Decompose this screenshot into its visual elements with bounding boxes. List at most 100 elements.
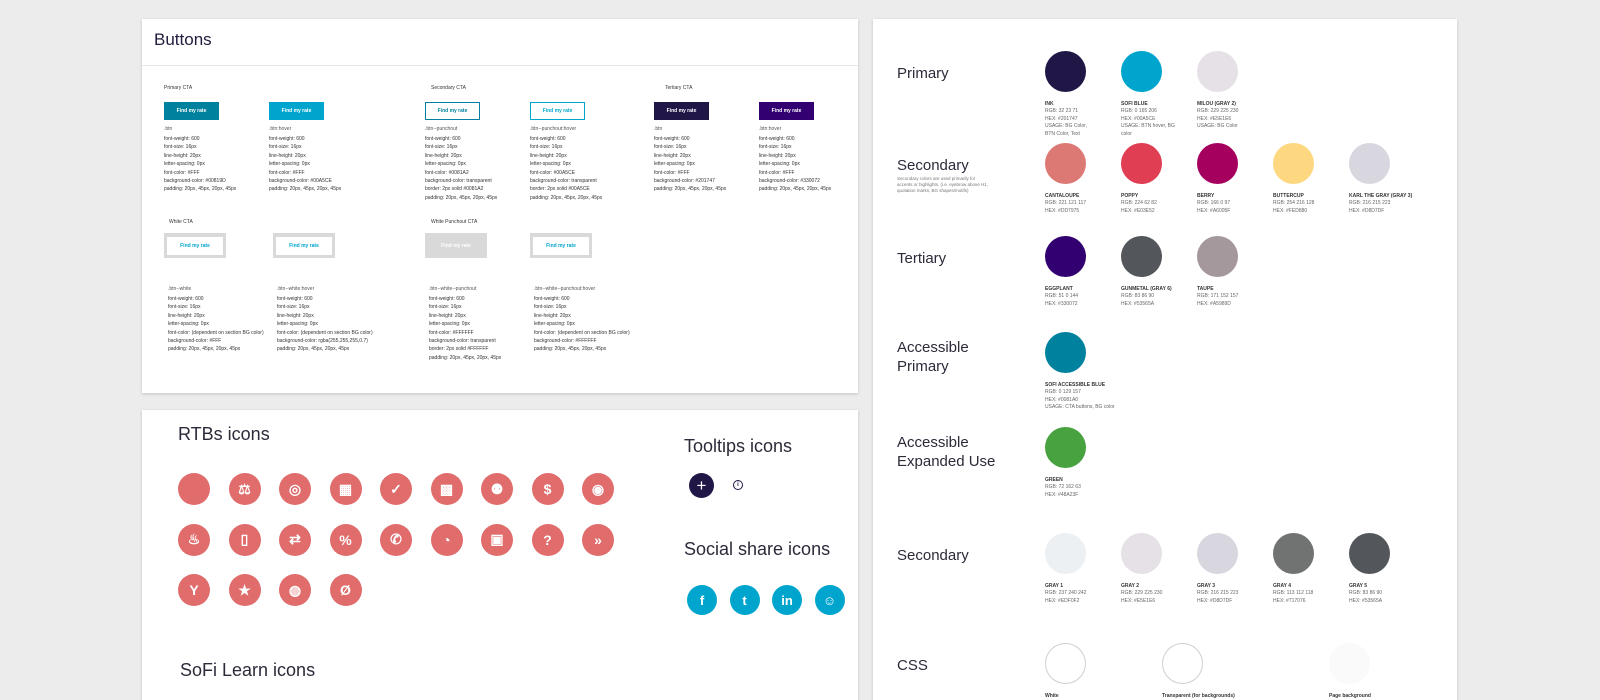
css-property: font-weight: 600	[164, 136, 200, 142]
people-icon: ⚉	[481, 473, 513, 505]
phone-icon: ▯	[228, 523, 261, 556]
color-swatch	[1045, 427, 1086, 468]
color-swatch	[1121, 533, 1162, 574]
color-value: HEX: #D8D7DF	[1197, 597, 1233, 604]
css-property: line-height: 20px	[168, 312, 205, 319]
css-property: background-color: transparent	[429, 338, 496, 345]
divider	[142, 65, 858, 66]
color-group-label: Accessible Expanded Use	[897, 434, 996, 470]
button-css-properties: font-weight: 600 font-size: 16px line-heig…	[654, 135, 726, 194]
css-property: background-color: transparent	[425, 178, 492, 185]
button-css-properties: font-weight: 600 font-size: 16px line-heig…	[759, 135, 831, 194]
css-property: line-height: 20px	[530, 152, 567, 159]
css-property: font-weight: 600	[168, 296, 204, 302]
css-property: background-color: #00A5CE	[269, 178, 332, 185]
css-property: font-size: 16px	[164, 144, 197, 151]
css-property: font-weight: 600	[759, 136, 795, 142]
find-my-rate-button[interactable]: Find my rate	[164, 102, 219, 120]
check-icon: ✓	[380, 473, 412, 505]
css-property: letter-spacing: 0px	[277, 321, 318, 328]
no-fee-icon: Ø	[329, 574, 362, 606]
color-swatch-values: RGB: 32 23 71 HEX: #201747 USAGE: BG Color…	[1045, 108, 1087, 138]
button-css-properties: font-weight: 600 font-size: 16px line-heig…	[277, 295, 373, 354]
color-swatch-values: RGB: 72 162 63 HEX: #48A23F	[1045, 484, 1081, 499]
css-property: border: 2px solid #00A5CE	[530, 186, 590, 193]
color-value: BTN Color, Text	[1045, 130, 1080, 137]
find-my-rate-button[interactable]: Find my rate	[530, 102, 585, 120]
find-my-rate-button[interactable]: Find my rate	[654, 102, 709, 120]
color-value: RGB: 32 23 71	[1045, 108, 1079, 114]
find-my-rate-button[interactable]: Find my rate	[269, 102, 324, 120]
color-value: HEX: #717076	[1273, 597, 1306, 604]
facebook-icon[interactable]: f	[687, 585, 717, 615]
color-swatch-values: RGB: 51 0 144 HEX: #330072	[1045, 293, 1078, 308]
color-swatch-name: SOFI ACCESSIBLE BLUE	[1045, 382, 1106, 388]
css-property: font-size: 16px	[168, 304, 201, 311]
css-property: background-color: transparent	[530, 178, 597, 185]
color-swatch-values: RGB: 216 215 223 HEX: #D8D7DF	[1197, 590, 1238, 605]
css-property: font-size: 16px	[425, 144, 458, 151]
find-my-rate-button-label: Find my rate	[428, 236, 484, 255]
color-value: RGB: 221 121 117	[1045, 200, 1087, 206]
button-css-properties: font-weight: 600 font-size: 16px line-heig…	[425, 135, 497, 202]
color-value: RGB: 254 216 128	[1273, 200, 1315, 206]
css-property: font-weight: 600	[269, 136, 305, 142]
find-my-rate-button[interactable]: Find my rate	[164, 233, 226, 258]
reddit-icon[interactable]: ☺	[814, 585, 845, 615]
css-property: font-color: #FFF	[269, 169, 305, 176]
color-value: HEX: #53565A	[1349, 597, 1383, 604]
color-value: HEX: #A6005F	[1197, 207, 1231, 214]
color-value: RGB: 113 112 118	[1273, 590, 1314, 596]
twitter-icon[interactable]: t	[729, 585, 760, 615]
color-swatch-name: GRAY 5	[1349, 583, 1368, 589]
color-value: HEX: #FED880	[1273, 207, 1308, 214]
find-my-rate-button[interactable]: Find my rate	[425, 233, 487, 258]
briefcase-icon: ▣	[481, 523, 513, 556]
color-swatch-name: INK	[1045, 101, 1054, 107]
color-value: RGB: 216 215 223	[1349, 200, 1391, 206]
find-my-rate-button-label: Find my rate	[276, 236, 332, 255]
social-share-icons-title: Social share icons	[684, 539, 831, 559]
color-swatch	[1045, 143, 1086, 184]
color-value: USAGE: BG Color,	[1045, 123, 1087, 129]
color-value: RGB: 72 162 63	[1045, 484, 1081, 490]
button-class-name: .btn	[164, 126, 173, 132]
seesaw-icon: ⚖	[228, 473, 261, 505]
color-value: RGB: 0 165 206	[1121, 108, 1157, 114]
color-value: HEX: #E5E1E6	[1197, 115, 1232, 122]
color-value: HEX: #0081A0	[1045, 396, 1079, 403]
tooltip-plus-icon[interactable]: +	[689, 473, 714, 498]
color-swatch-values: RGB: 229 225 230 HEX: #E5E1E6	[1121, 590, 1162, 605]
color-value: color	[1121, 130, 1132, 137]
color-swatch	[1329, 643, 1370, 684]
color-value: RGB: 237 240 242	[1045, 590, 1087, 596]
button-css-properties: font-weight: 600 font-size: 16px line-heig…	[534, 295, 630, 354]
find-my-rate-button[interactable]: Find my rate	[759, 102, 814, 120]
color-swatch-name: GUNMETAL (GRAY 6)	[1121, 286, 1172, 292]
find-my-rate-button[interactable]: Find my rate	[530, 233, 592, 258]
rtbs-icons-title: RTBs icons	[178, 424, 270, 444]
css-property: padding: 20px, 45px, 20px, 45px	[429, 354, 502, 361]
css-property: line-height: 20px	[759, 152, 796, 159]
split-arrow-icon: Y	[178, 574, 210, 606]
color-swatch	[1349, 143, 1390, 184]
css-property: letter-spacing: 0px	[429, 321, 470, 328]
color-swatch-values: RGB: 216 215 223 HEX: #D8D7DF	[1349, 200, 1390, 215]
color-value: RGB: 229 225 230	[1197, 108, 1239, 114]
color-swatch-values: RGB: 0 165 206 HEX: #00A5CE USAGE: BTN hov…	[1121, 108, 1175, 138]
color-swatch	[1121, 143, 1162, 184]
css-property: padding: 20px, 45px, 20px, 45px	[534, 346, 607, 353]
find-my-rate-button[interactable]: Find my rate	[273, 233, 335, 258]
color-swatch-values: RGB: 113 112 118 HEX: #717076	[1273, 590, 1313, 605]
calendar-check-icon: ▦	[329, 473, 362, 505]
sofi-learn-icons-title: SoFi Learn icons	[180, 660, 316, 680]
css-property: line-height: 20px	[534, 312, 571, 319]
color-value: RGB: 224 62 82	[1121, 200, 1157, 206]
css-property: letter-spacing: 0px	[164, 161, 205, 168]
linkedin-icon[interactable]: in	[772, 585, 802, 615]
color-swatch	[1045, 51, 1086, 92]
tertiary-cta-label: Tertiary CTA	[665, 85, 693, 91]
find-my-rate-button[interactable]: Find my rate	[425, 102, 480, 120]
color-group-label: CSS	[897, 657, 928, 674]
tooltip-info-icon[interactable]: i	[733, 480, 743, 490]
